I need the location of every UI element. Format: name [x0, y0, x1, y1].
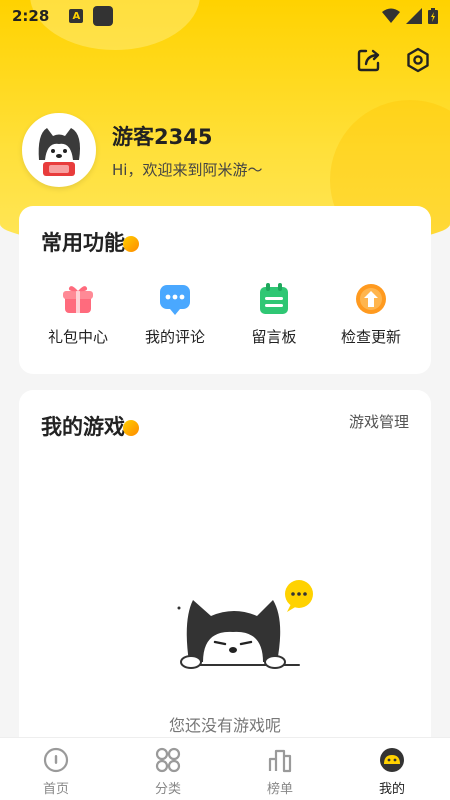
my-games-card: 我的游戏 游戏管理 您还没有游戏呢: [19, 390, 431, 750]
feature-label: 礼包中心: [47, 328, 108, 346]
feature-row: 礼包中心 我的评论 留言板 检查更新: [19, 282, 431, 352]
tab-label: 分类: [154, 782, 181, 797]
feature-check-update[interactable]: 检查更新: [326, 282, 416, 347]
share-button[interactable]: [353, 44, 385, 76]
message-board-icon: [260, 283, 288, 314]
tab-category[interactable]: 分类: [128, 746, 208, 797]
update-icon: [356, 284, 386, 314]
feature-message-board[interactable]: 留言板: [229, 282, 319, 347]
tab-label: 首页: [42, 782, 69, 797]
tab-label: 榜单: [266, 782, 293, 797]
feature-gift-center[interactable]: 礼包中心: [33, 282, 123, 347]
bottom-tab-bar: 首页 分类 榜单 我的: [0, 737, 450, 800]
ranking-icon: [268, 749, 292, 773]
title-dot-icon: [123, 420, 139, 436]
home-icon: [43, 747, 69, 773]
gear-icon: [407, 47, 429, 73]
features-card: 常用功能 礼包中心 我的评论 留言板 检查更新: [19, 206, 431, 374]
mine-icon: [380, 748, 404, 772]
empty-husky-illustration: [177, 580, 313, 669]
battery-icon: [428, 8, 438, 24]
feature-my-comments[interactable]: 我的评论: [130, 282, 220, 347]
welcome-text: Hi，欢迎来到阿米游～: [112, 161, 263, 179]
feature-label: 我的评论: [144, 328, 205, 346]
feature-label: 留言板: [251, 328, 297, 346]
feature-label: 检查更新: [340, 328, 401, 346]
features-title-wrap: 常用功能: [41, 227, 139, 257]
comment-icon: [160, 285, 190, 315]
notification-icon: [93, 6, 114, 26]
games-title: 我的游戏: [41, 415, 125, 439]
signal-icon: [406, 8, 422, 24]
tab-ranking[interactable]: 榜单: [240, 746, 320, 797]
category-icon: [155, 747, 181, 773]
tab-mine[interactable]: 我的: [352, 746, 432, 797]
features-title: 常用功能: [41, 231, 125, 255]
settings-button[interactable]: [402, 44, 434, 76]
wifi-icon: [382, 8, 400, 23]
share-icon: [357, 49, 380, 72]
a-icon: A: [69, 9, 84, 23]
gift-icon: [63, 286, 93, 313]
avatar[interactable]: [22, 113, 96, 187]
games-title-wrap: 我的游戏: [41, 411, 139, 441]
title-dot-icon: [123, 236, 139, 252]
status-time: 2:28: [12, 7, 50, 25]
tab-label: 我的: [378, 782, 405, 797]
game-manage-link[interactable]: 游戏管理: [349, 411, 409, 432]
husky-avatar-icon: [25, 116, 93, 184]
status-bar: 2:28 A: [0, 0, 450, 32]
tab-home[interactable]: 首页: [16, 746, 96, 797]
username[interactable]: 游客2345: [112, 121, 212, 151]
empty-games-text: 您还没有游戏呢: [168, 716, 281, 735]
